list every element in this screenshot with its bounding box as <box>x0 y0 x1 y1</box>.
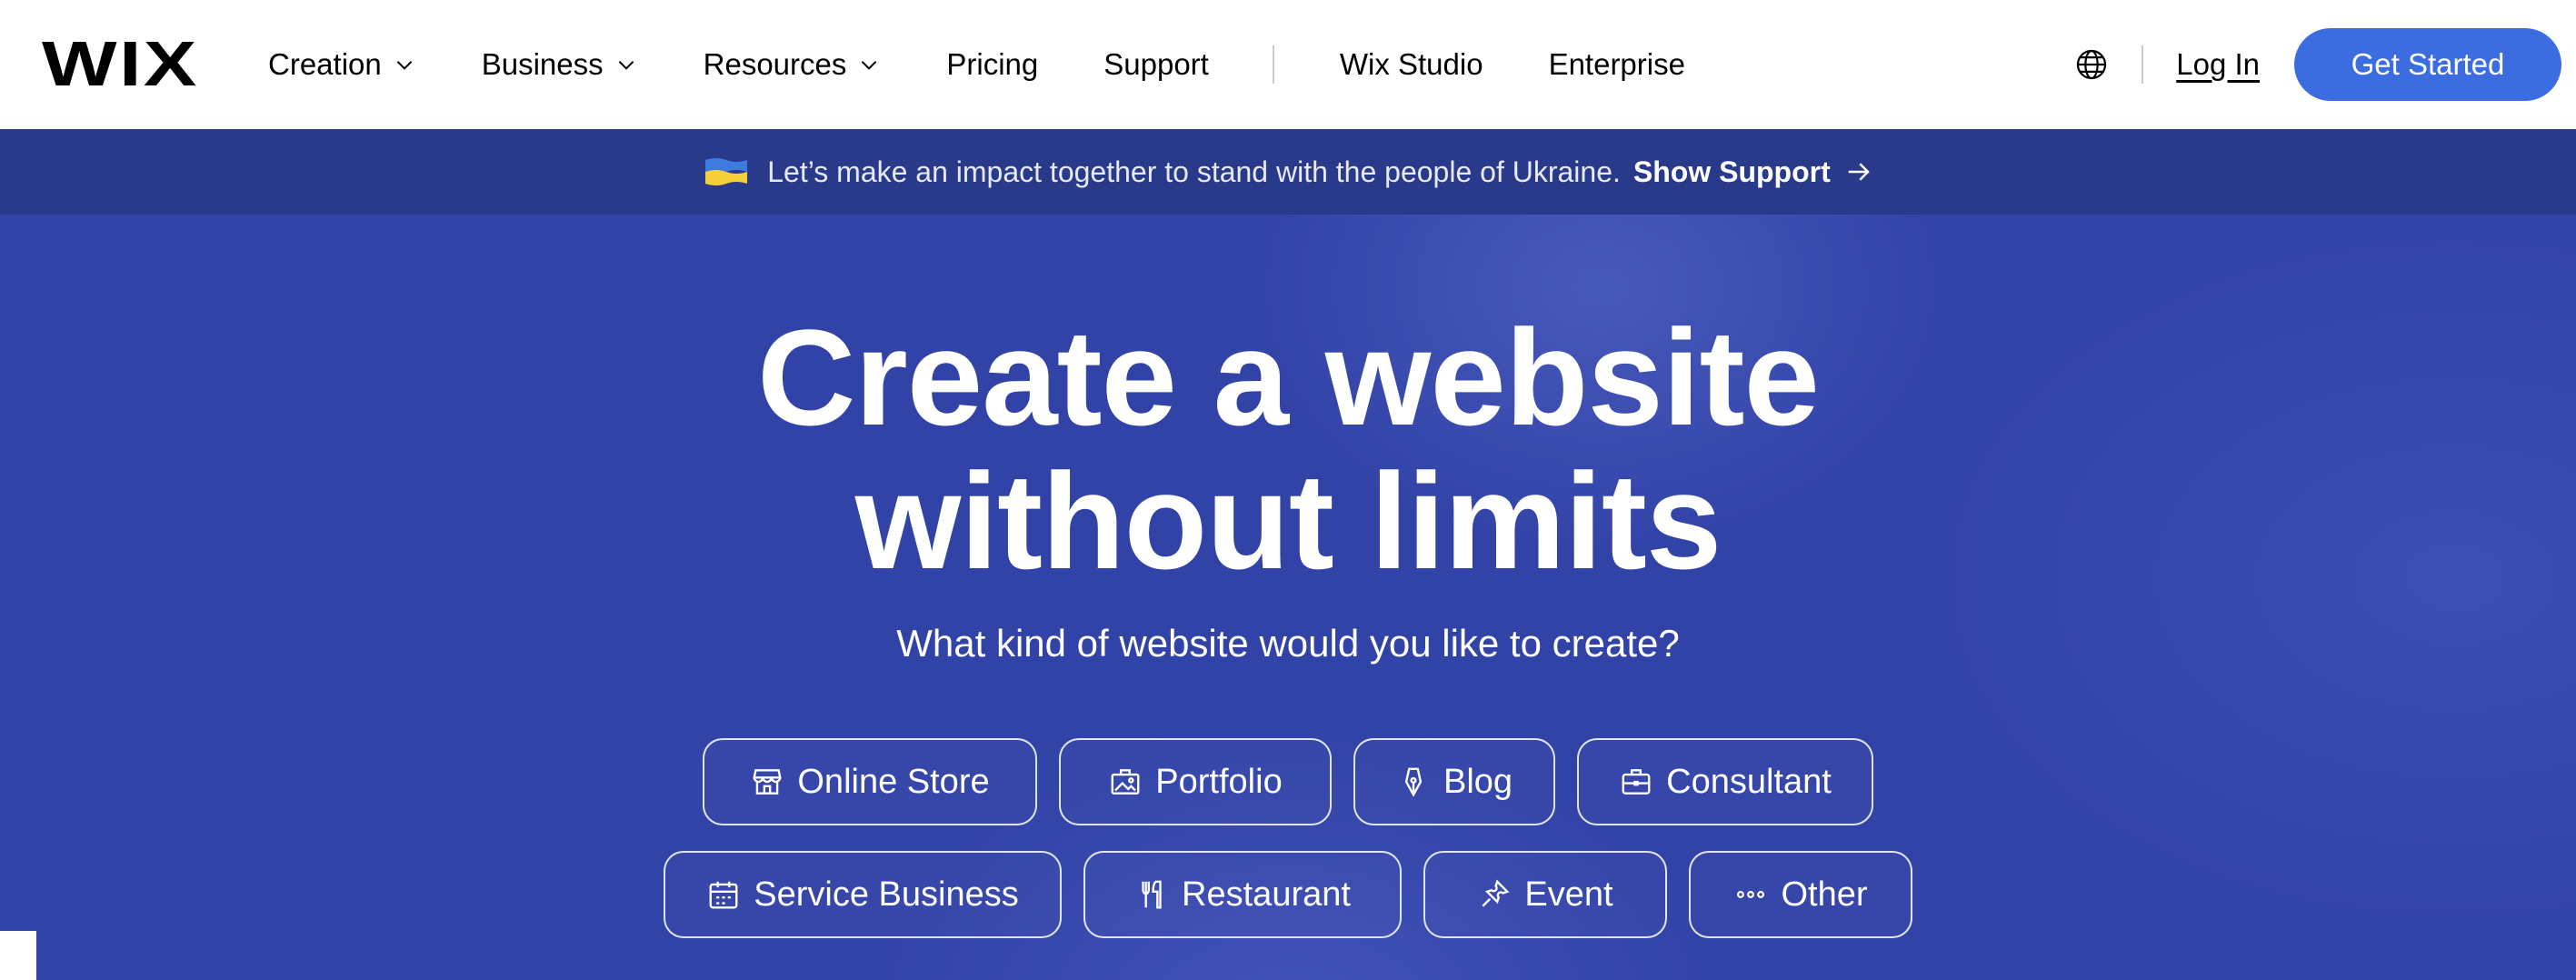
nav-item-wix-studio[interactable]: Wix Studio <box>1340 47 1483 82</box>
nav-item-creation[interactable]: Creation <box>268 47 416 82</box>
hero-title-line2: without limits <box>854 445 1722 597</box>
hero-subtitle: What kind of website would you like to c… <box>896 622 1680 665</box>
briefcase-icon <box>1619 765 1653 799</box>
chevron-down-icon <box>614 53 638 76</box>
chevron-down-icon <box>857 53 881 76</box>
chip-event[interactable]: Event <box>1423 851 1667 938</box>
ukraine-flag-icon <box>704 156 749 187</box>
more-dots-icon <box>1733 877 1768 912</box>
portfolio-icon <box>1108 765 1143 799</box>
header-divider <box>2142 45 2144 84</box>
nav-item-resources[interactable]: Resources <box>704 47 882 82</box>
nav-label: Support <box>1103 47 1209 81</box>
chip-other[interactable]: Other <box>1689 851 1912 938</box>
nav-label: Pricing <box>946 47 1039 81</box>
top-header: WIX Creation Business Resources Pricing … <box>0 0 2576 129</box>
chip-label: Consultant <box>1666 762 1832 801</box>
ticket-icon <box>1477 877 1512 912</box>
hero-title-line1: Create a website <box>757 301 1820 454</box>
nav-item-support[interactable]: Support <box>1103 47 1209 82</box>
nav-label: Creation <box>268 47 382 81</box>
nav-item-enterprise[interactable]: Enterprise <box>1549 47 1685 82</box>
nav-divider <box>1272 45 1274 84</box>
hero-title: Create a website without limits <box>0 305 2576 593</box>
chip-blog[interactable]: Blog <box>1353 738 1555 825</box>
chip-label: Service Business <box>754 875 1019 914</box>
nav-label: Resources <box>703 47 847 81</box>
chip-consultant[interactable]: Consultant <box>1577 738 1873 825</box>
arrow-right-icon <box>1845 158 1872 185</box>
pen-icon <box>1396 765 1431 799</box>
globe-icon[interactable] <box>2074 47 2109 82</box>
show-support-link[interactable]: Show Support <box>1633 155 1872 189</box>
chip-restaurant[interactable]: Restaurant <box>1083 851 1402 938</box>
site-type-row-2: Service Business Restaurant Event Other <box>0 851 2576 938</box>
chip-label: Restaurant <box>1182 875 1351 914</box>
nav-label: Enterprise <box>1548 47 1685 81</box>
nav-label: Business <box>481 47 604 81</box>
get-started-button[interactable]: Get Started <box>2294 28 2561 101</box>
login-link[interactable]: Log In <box>2176 47 2260 82</box>
site-type-row-1: Online Store Portfolio Blog Consultant <box>0 738 2576 825</box>
header-actions: Log In Get Started <box>2074 0 2561 129</box>
show-support-label: Show Support <box>1632 155 1831 188</box>
chip-label: Other <box>1781 875 1868 914</box>
calendar-icon <box>706 877 741 912</box>
hero-section: Create a website without limits What kin… <box>0 215 2576 980</box>
wix-logo[interactable]: WIX <box>42 28 199 99</box>
store-icon <box>750 765 784 799</box>
chip-label: Blog <box>1443 762 1513 801</box>
chip-label: Online Store <box>797 762 990 801</box>
chip-portfolio[interactable]: Portfolio <box>1059 738 1332 825</box>
chip-label: Event <box>1524 875 1613 914</box>
ukraine-banner: Let’s make an impact together to stand w… <box>0 129 2576 215</box>
nav-label: Wix Studio <box>1339 47 1483 81</box>
chip-service-business[interactable]: Service Business <box>664 851 1062 938</box>
chevron-down-icon <box>393 53 416 76</box>
corner-widget[interactable] <box>0 931 36 980</box>
chip-online-store[interactable]: Online Store <box>703 738 1037 825</box>
main-nav: Creation Business Resources Pricing Supp… <box>268 0 1751 129</box>
nav-item-pricing[interactable]: Pricing <box>946 47 1038 82</box>
utensils-icon <box>1134 877 1169 912</box>
chip-label: Portfolio <box>1155 762 1283 801</box>
nav-item-business[interactable]: Business <box>482 47 638 82</box>
banner-text: Let’s make an impact together to stand w… <box>767 155 1621 188</box>
